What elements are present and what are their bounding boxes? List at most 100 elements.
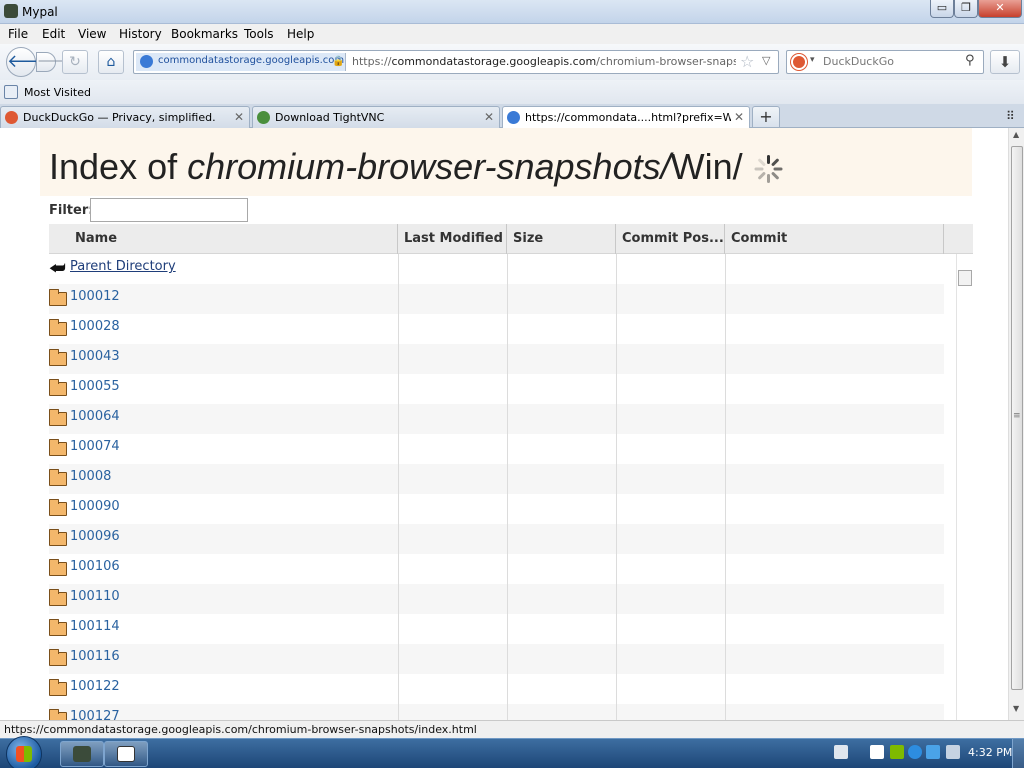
column-header-size[interactable]: Size [507, 224, 616, 254]
forward-button[interactable]: 🡒 [36, 52, 72, 72]
tab-tightvnc[interactable]: Download TightVNC ✕ [252, 106, 500, 128]
menu-history[interactable]: History [119, 27, 162, 41]
menu-file[interactable]: File [8, 27, 28, 41]
close-tab-icon[interactable]: ✕ [734, 110, 744, 124]
menu-bookmarks[interactable]: Bookmarks [171, 27, 238, 41]
table-row[interactable]: 100012 [49, 284, 944, 314]
tray-action-center-icon[interactable] [890, 745, 904, 759]
folder-link[interactable]: 100090 [70, 499, 120, 514]
table-row[interactable]: 100064 [49, 404, 944, 434]
tab-commondata[interactable]: https://commondata....html?prefix=Win/ ✕ [502, 106, 750, 129]
parent-directory-link[interactable]: Parent Directory [70, 259, 176, 274]
tray-network-icon[interactable] [908, 745, 922, 759]
menu-view[interactable]: View [78, 27, 106, 41]
maximize-button[interactable]: ❐ [954, 0, 978, 18]
folder-link[interactable]: 100122 [70, 679, 120, 694]
folder-icon [49, 589, 67, 606]
parent-directory-row[interactable]: ⮨ Parent Directory [49, 254, 944, 284]
table-row[interactable]: 100090 [49, 494, 944, 524]
reload-button[interactable]: ↻ [62, 50, 88, 74]
table-row[interactable]: 100106 [49, 554, 944, 584]
url-text[interactable]: https://commondatastorage.googleapis.com… [352, 55, 736, 68]
table-row[interactable]: 100122 [49, 674, 944, 704]
table-row[interactable]: 100114 [49, 614, 944, 644]
downloads-button[interactable]: ⬇ [990, 50, 1020, 74]
folder-link[interactable]: 100106 [70, 559, 120, 574]
start-button[interactable] [6, 736, 42, 768]
folder-link[interactable]: 100012 [70, 289, 120, 304]
close-tab-icon[interactable]: ✕ [484, 110, 494, 124]
column-header-commit-position[interactable]: Commit Pos... [616, 224, 725, 254]
table-row[interactable]: 100028 [49, 314, 944, 344]
tray-vnc-icon[interactable] [870, 745, 884, 759]
menu-edit[interactable]: Edit [42, 27, 65, 41]
table-scrollbar[interactable] [956, 254, 973, 720]
tab-duckduckgo[interactable]: DuckDuckGo — Privacy, simplified. ✕ [0, 106, 250, 128]
tray-display-icon[interactable] [926, 745, 940, 759]
most-visited-folder-icon [4, 85, 18, 99]
scroll-down-icon[interactable]: ▼ [1013, 704, 1019, 713]
table-row[interactable]: 100127 [49, 704, 944, 720]
star-icon[interactable]: ☆ [740, 52, 754, 71]
table-row[interactable]: 10008 [49, 464, 944, 494]
duckduckgo-icon[interactable] [791, 54, 807, 70]
folder-link[interactable]: 100064 [70, 409, 120, 424]
folder-link[interactable]: 100110 [70, 589, 120, 604]
magnifier-icon[interactable]: ⚲ [965, 53, 975, 68]
back-button[interactable]: 🡐 [6, 47, 55, 77]
tray-keyboard-icon[interactable] [834, 745, 848, 759]
table-row[interactable]: 100110 [49, 584, 944, 614]
new-tab-button[interactable]: + [752, 106, 780, 128]
site-identity-box[interactable]: commondatastorage.googleapis.com 🔒 [136, 53, 346, 71]
close-tab-icon[interactable]: ✕ [234, 110, 244, 124]
tray-volume-icon[interactable] [946, 745, 960, 759]
menu-tools[interactable]: Tools [244, 27, 274, 41]
table-row[interactable]: 100043 [49, 344, 944, 374]
filter-input[interactable] [90, 198, 248, 222]
column-header-name[interactable]: Name [69, 224, 398, 254]
taskbar-mypal[interactable] [60, 741, 104, 767]
folder-link[interactable]: 100127 [70, 709, 120, 720]
parent-directory-icon: ⮨ [49, 258, 66, 279]
table-row[interactable]: 100055 [49, 374, 944, 404]
url-bar[interactable]: commondatastorage.googleapis.com 🔒 https… [133, 50, 779, 74]
search-input[interactable]: DuckDuckGo [823, 55, 894, 68]
close-window-button[interactable]: ✕ [978, 0, 1022, 18]
taskbar-clock[interactable]: 4:32 PM [968, 746, 1012, 759]
folder-link[interactable]: 10008 [70, 469, 111, 484]
url-scheme: https:// [352, 55, 392, 68]
folder-link[interactable]: 100028 [70, 319, 120, 334]
windows-taskbar: 4:32 PM [0, 736, 1024, 768]
show-desktop-button[interactable] [1012, 739, 1024, 768]
menu-help[interactable]: Help [287, 27, 314, 41]
folder-link[interactable]: 100116 [70, 649, 120, 664]
scroll-up-icon[interactable]: ▲ [1013, 130, 1019, 139]
tab-list-icon[interactable]: ⠿ [1006, 109, 1015, 123]
column-header-commit[interactable]: Commit [725, 224, 944, 254]
most-visited-bookmark[interactable]: Most Visited [24, 86, 91, 99]
folder-link[interactable]: 100074 [70, 439, 120, 454]
search-engine-dropdown-icon[interactable]: ▾ [810, 55, 815, 65]
column-header-last-modified[interactable]: Last Modified [398, 224, 507, 254]
folder-link[interactable]: 100096 [70, 529, 120, 544]
status-text: https://commondatastorage.googleapis.com… [4, 723, 477, 736]
folder-icon [49, 679, 67, 696]
folder-link[interactable]: 100114 [70, 619, 120, 634]
lock-icon: 🔒 [332, 56, 345, 67]
minimize-button[interactable]: ▭ [930, 0, 954, 18]
taskbar-tightvnc[interactable] [104, 741, 148, 767]
mypal-app-icon [73, 746, 91, 762]
history-dropdown-icon[interactable]: ▽ [762, 54, 770, 67]
folder-link[interactable]: 100043 [70, 349, 120, 364]
folder-link[interactable]: 100055 [70, 379, 120, 394]
duckduckgo-icon [5, 111, 18, 124]
home-button[interactable]: ⌂ [98, 50, 124, 74]
table-row[interactable]: 100074 [49, 434, 944, 464]
table-row[interactable]: 100116 [49, 644, 944, 674]
search-bar[interactable]: ▾ DuckDuckGo ⚲ [786, 50, 984, 74]
table-row[interactable]: 100096 [49, 524, 944, 554]
page-scrollbar[interactable]: ▲ ≡ ▼ [1008, 128, 1024, 720]
reload-icon: ↻ [69, 54, 81, 70]
table-scroll-thumb[interactable] [958, 270, 972, 286]
header-spacer [944, 224, 973, 254]
